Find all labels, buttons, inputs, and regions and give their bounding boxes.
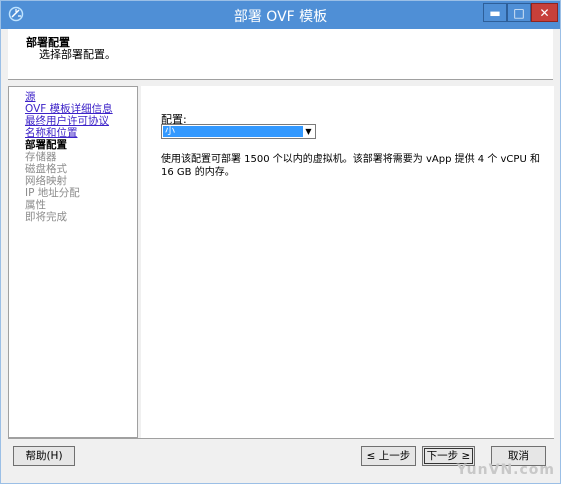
minimize-button[interactable]: ▬	[483, 3, 507, 22]
watermark: YunVN.com	[456, 462, 555, 478]
maximize-button[interactable]: □	[507, 3, 531, 22]
title-bar[interactable]: 部署 OVF 模板 ▬ □ ✕	[1, 1, 560, 29]
page-subtitle: 选择部署配置。	[39, 48, 116, 61]
chevron-down-icon[interactable]: ▼	[302, 125, 315, 138]
close-button[interactable]: ✕	[531, 3, 558, 22]
page-header: 部署配置 选择部署配置。	[8, 29, 553, 80]
wizard-steps-panel: 源 OVF 模板详细信息 最终用户许可协议 名称和位置 部署配置 存储器 磁盘格…	[8, 86, 138, 438]
dialog-window: 部署 OVF 模板 ▬ □ ✕ 部署配置 选择部署配置。 源 OVF 模板详细信…	[0, 0, 561, 484]
step-ready-to-complete: 即将完成	[25, 211, 67, 223]
footer-divider	[8, 438, 554, 439]
back-button[interactable]: ≤ 上一步	[361, 446, 416, 466]
window-title: 部署 OVF 模板	[233, 9, 328, 25]
content-panel: 配置: 小 ▼ 使用该配置可部署 1500 个以内的虚拟机。该部署将需要为 vA…	[141, 86, 554, 438]
config-selected-value[interactable]: 小	[163, 126, 303, 137]
help-button[interactable]: 帮助(H)	[13, 446, 75, 466]
config-description: 使用该配置可部署 1500 个以内的虚拟机。该部署将需要为 vApp 提供 4 …	[161, 154, 540, 178]
config-select[interactable]: 小 ▼	[161, 124, 316, 139]
